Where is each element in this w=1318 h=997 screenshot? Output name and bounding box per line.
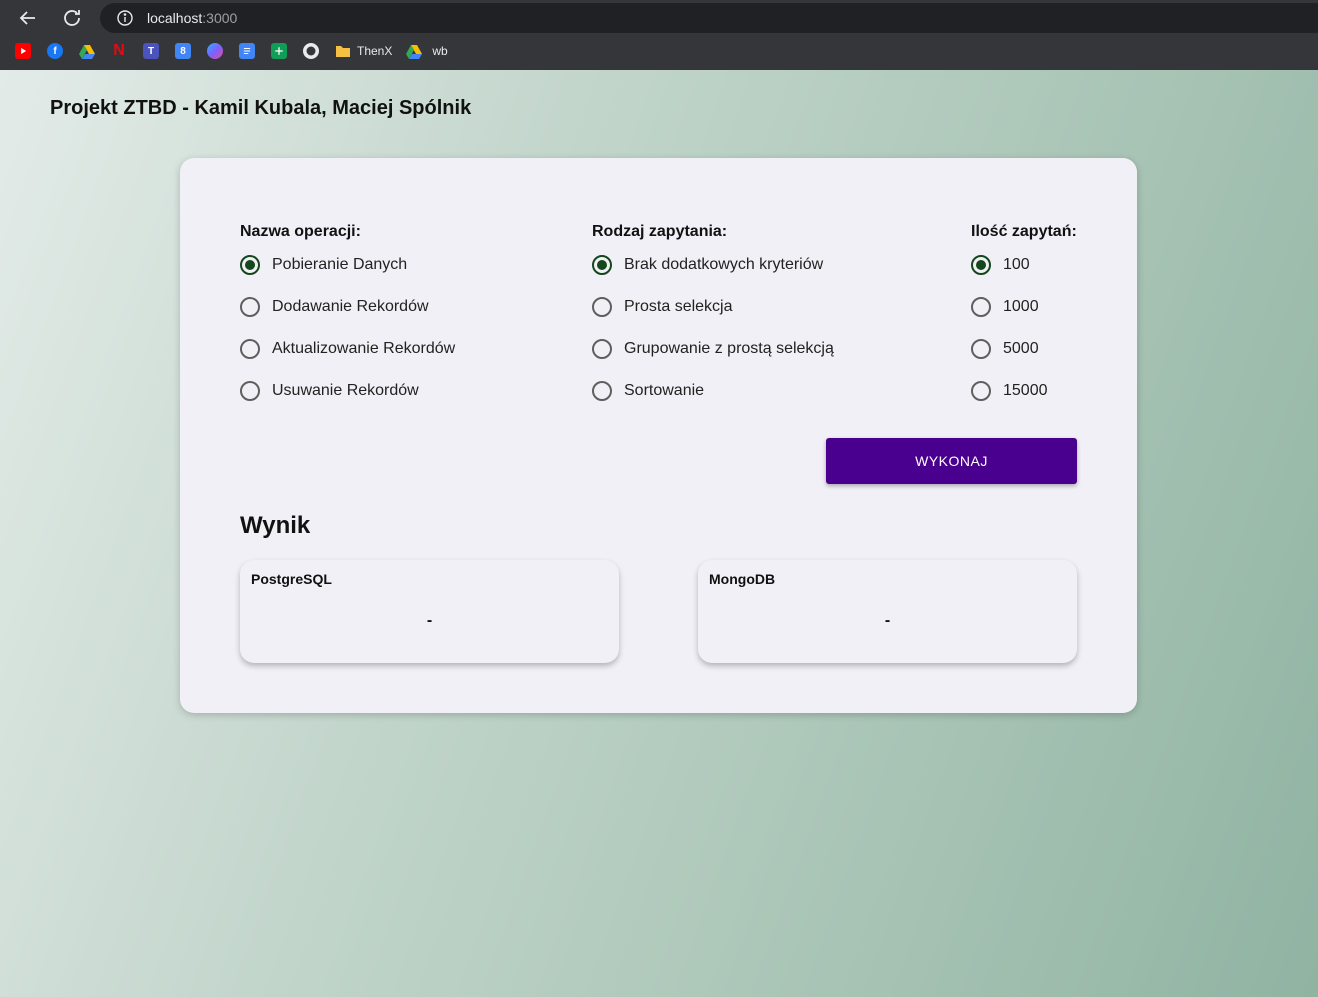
operation-group: Nazwa operacji: Pobieranie Danych Dodawa… [240,222,455,412]
query-count-label: Ilość zapytań: [971,223,1077,240]
query-count-option[interactable]: 15000 [971,370,1077,412]
reload-icon[interactable] [60,6,84,30]
bookmarks-bar: f N T 8 ThenX wb [0,38,454,64]
operation-option-label: Usuwanie Rekordów [272,382,419,399]
query-count-option[interactable]: 100 [971,244,1077,286]
google-calendar-icon[interactable]: 8 [175,43,191,59]
radio-unchecked-icon[interactable] [971,339,991,359]
query-count-group: Ilość zapytań: 100 1000 5000 15000 [971,222,1077,412]
url-host: localhost [147,10,203,26]
back-arrow-icon[interactable] [16,6,40,30]
query-type-option-label: Brak dodatkowych kryteriów [624,256,824,273]
query-count-options: 100 1000 5000 15000 [971,244,1077,412]
copilot-icon[interactable] [207,43,223,59]
google-drive-icon[interactable] [406,43,423,59]
github-icon[interactable] [303,43,319,59]
address-bar[interactable]: localhost:3000 [100,3,1318,33]
radio-unchecked-icon[interactable] [971,297,991,317]
postgres-result-value: - [426,612,433,629]
operation-option[interactable]: Aktualizowanie Rekordów [240,328,455,370]
operation-label: Nazwa operacji: [240,223,361,240]
address-url: localhost:3000 [147,10,237,26]
mongo-result-card: MongoDB - [698,560,1077,663]
query-type-option-label: Sortowanie [624,382,705,399]
radio-unchecked-icon[interactable] [240,339,260,359]
radio-unchecked-icon[interactable] [592,381,612,401]
radio-unchecked-icon[interactable] [240,297,260,317]
radio-unchecked-icon[interactable] [592,297,612,317]
google-docs-icon[interactable] [239,43,255,59]
query-type-group: Rodzaj zapytania: Brak dodatkowych kryte… [592,222,834,412]
operation-option-label: Aktualizowanie Rekordów [272,340,456,357]
query-type-label: Rodzaj zapytania: [592,223,728,240]
mongo-result-title: MongoDB [709,571,776,587]
query-type-option[interactable]: Grupowanie z prostą selekcją [592,328,834,370]
radio-unchecked-icon[interactable] [971,381,991,401]
browser-chrome: localhost:3000 f N T 8 ThenX wb [0,0,1318,70]
youtube-icon[interactable] [15,43,31,59]
query-type-option[interactable]: Sortowanie [592,370,834,412]
operation-option-label: Dodawanie Rekordów [272,298,429,315]
page-content: Projekt ZTBD - Kamil Kubala, Maciej Spól… [0,70,1318,997]
result-heading: Wynik [240,512,311,539]
netflix-icon[interactable]: N [111,42,127,59]
url-port: :3000 [202,10,238,26]
folder-icon[interactable] [335,43,351,59]
query-type-option[interactable]: Brak dodatkowych kryteriów [592,244,834,286]
query-type-option[interactable]: Prosta selekcja [592,286,834,328]
page-title: Projekt ZTBD - Kamil Kubala, Maciej Spól… [50,97,472,119]
query-count-option-label: 100 [1003,256,1030,273]
query-count-option-label: 1000 [1003,298,1039,315]
facebook-icon[interactable]: f [47,43,63,59]
operation-options: Pobieranie Danych Dodawanie Rekordów Akt… [240,244,455,412]
query-count-option-label: 15000 [1003,382,1048,399]
execute-button[interactable]: WYKONAJ [826,438,1077,484]
query-count-option[interactable]: 1000 [971,286,1077,328]
google-drive-icon[interactable] [79,43,95,59]
query-type-option-label: Grupowanie z prostą selekcją [624,340,834,357]
radio-unchecked-icon[interactable] [240,381,260,401]
operation-option[interactable]: Pobieranie Danych [240,244,455,286]
radio-checked-icon[interactable] [971,255,991,275]
teams-icon[interactable]: T [143,43,159,59]
browser-toolbar: localhost:3000 [0,0,1318,36]
query-form-card: Nazwa operacji: Pobieranie Danych Dodawa… [180,158,1137,713]
query-count-option[interactable]: 5000 [971,328,1077,370]
bookmark-folder-thenx[interactable]: ThenX [357,44,392,58]
operation-option[interactable]: Usuwanie Rekordów [240,370,455,412]
query-count-option-label: 5000 [1003,340,1039,357]
radio-checked-icon[interactable] [240,255,260,275]
site-info-icon[interactable] [116,9,134,27]
bookmark-wb[interactable]: wb [432,44,447,58]
operation-option[interactable]: Dodawanie Rekordów [240,286,455,328]
operation-option-label: Pobieranie Danych [272,256,408,273]
postgres-result-title: PostgreSQL [251,571,332,587]
radio-checked-icon[interactable] [592,255,612,275]
postgres-result-card: PostgreSQL - [240,560,619,663]
query-type-option-label: Prosta selekcja [624,298,733,315]
query-type-options: Brak dodatkowych kryteriów Prosta selekc… [592,244,834,412]
google-sheets-icon[interactable] [271,43,287,59]
radio-unchecked-icon[interactable] [592,339,612,359]
mongo-result-value: - [884,612,891,629]
